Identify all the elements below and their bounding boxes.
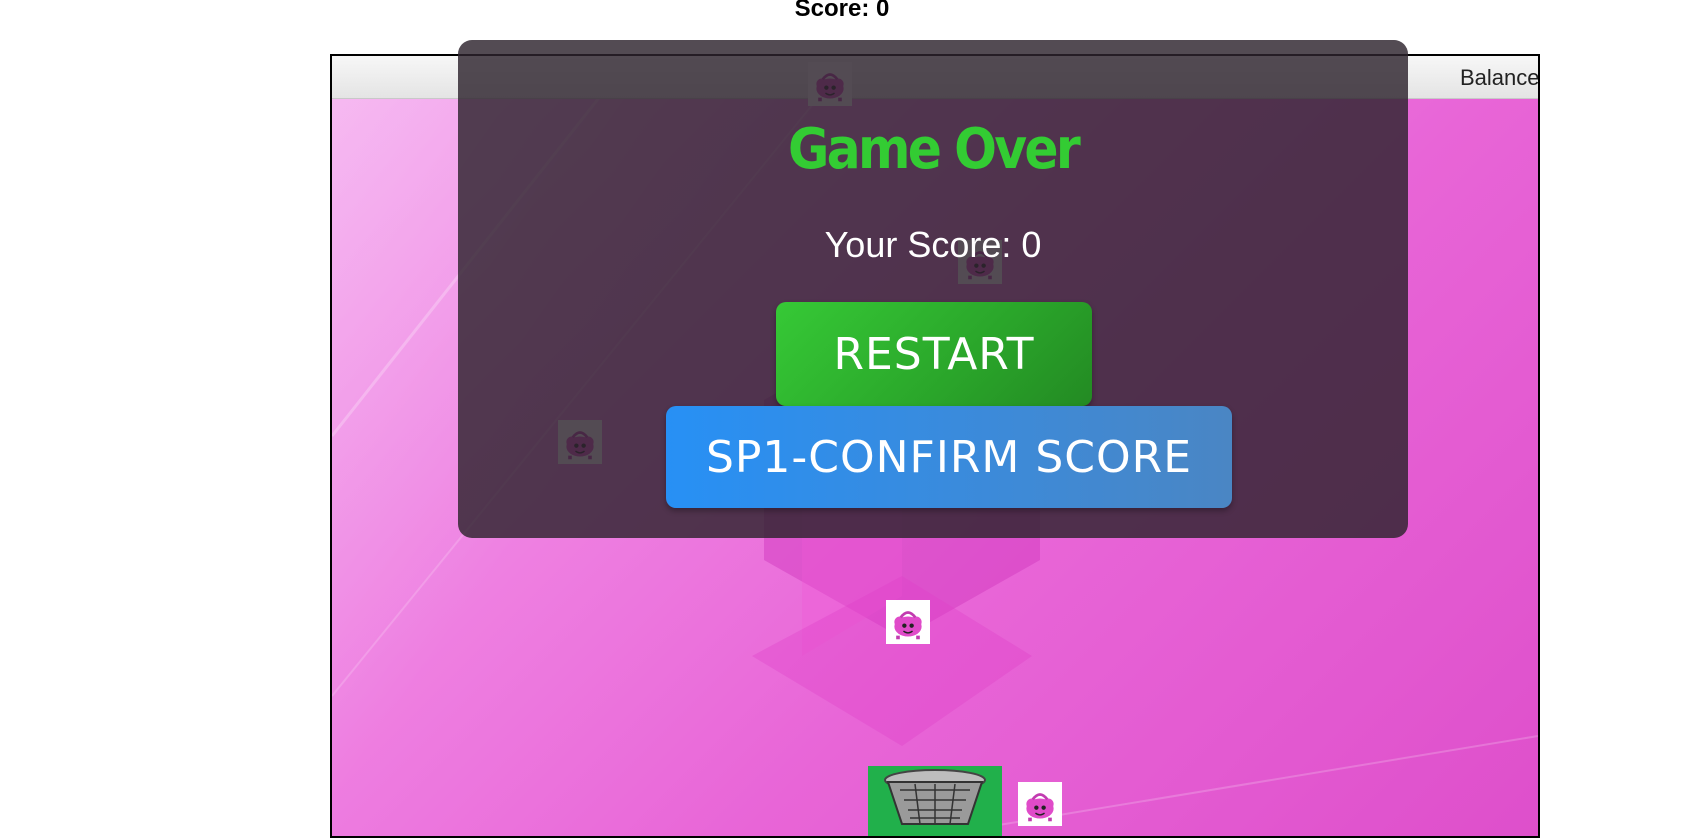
basket-icon[interactable] [868, 766, 1002, 836]
score-display: Score: 0 [794, 0, 890, 22]
pink-bag-icon [886, 600, 930, 644]
balance-label: Balance [1460, 65, 1540, 90]
game-over-dialog: Game Over Your Score: 0 RESTART SP1-CONF… [458, 40, 1408, 538]
final-score: Your Score: 0 [824, 224, 1042, 265]
restart-button[interactable]: RESTART [776, 302, 1092, 406]
confirm-score-button[interactable]: SP1-CONFIRM SCORE [666, 406, 1232, 508]
game-over-title: Game Over [787, 117, 1081, 182]
pink-bag-icon [1018, 782, 1062, 826]
